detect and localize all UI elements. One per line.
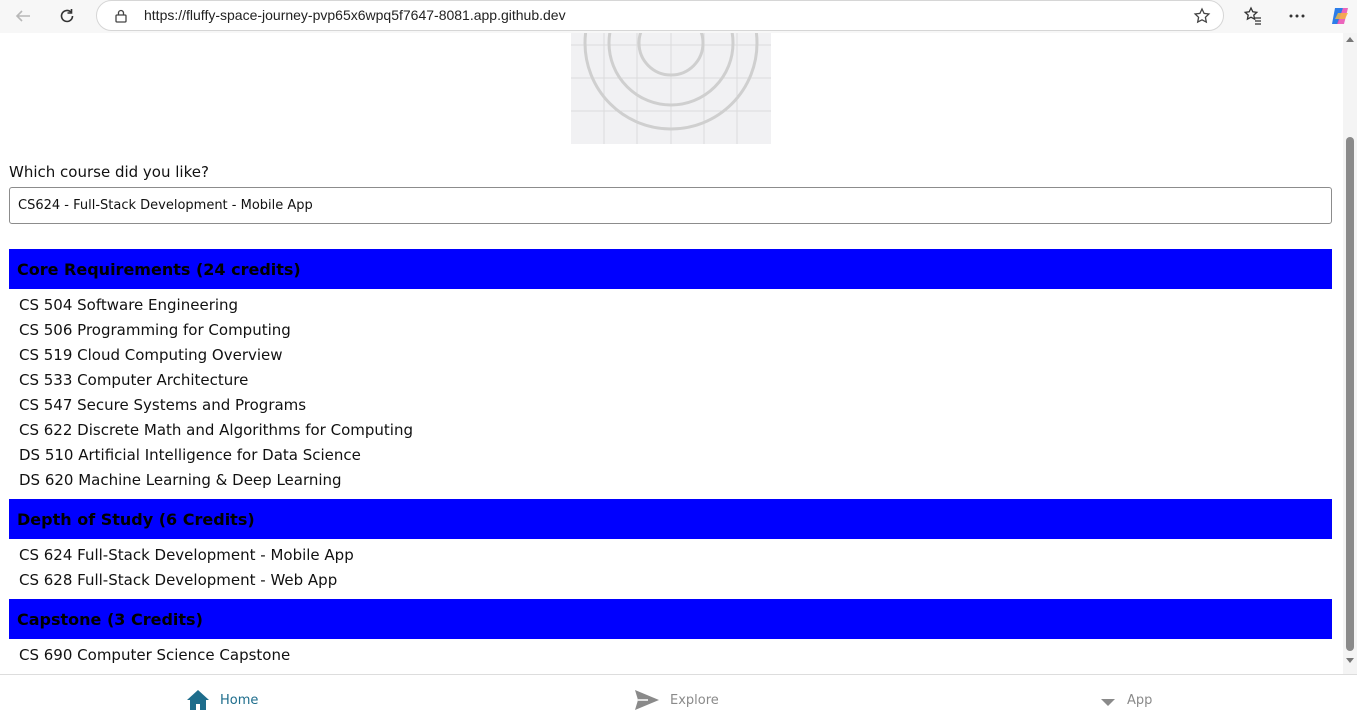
course-item[interactable]: CS 519 Cloud Computing Overview: [19, 346, 283, 364]
home-icon: [187, 690, 209, 710]
send-icon: [635, 690, 659, 710]
course-item[interactable]: CS 624 Full-Stack Development - Mobile A…: [19, 546, 354, 564]
section-header-capstone: Capstone (3 Credits): [9, 599, 1332, 639]
section-header-depth: Depth of Study (6 Credits): [9, 499, 1332, 539]
tab-label: App: [1127, 692, 1153, 708]
reload-button[interactable]: [52, 1, 82, 31]
course-item[interactable]: CS 622 Discrete Math and Algorithms for …: [19, 421, 413, 439]
bottom-tab-bar: Home Explore App: [0, 674, 1357, 725]
course-item[interactable]: CS 533 Computer Architecture: [19, 371, 248, 389]
tab-label: Home: [220, 692, 259, 708]
course-item[interactable]: DS 620 Machine Learning & Deep Learning: [19, 471, 342, 489]
favorites-list-icon: [1243, 6, 1261, 25]
tab-label: Explore: [670, 692, 719, 708]
copilot-button[interactable]: [1325, 1, 1355, 31]
scroll-thumb[interactable]: [1346, 137, 1354, 651]
tab-home[interactable]: Home: [186, 675, 258, 725]
address-bar[interactable]: https://fluffy-space-journey-pvp65x6wpq5…: [96, 0, 1224, 31]
lock-icon[interactable]: [113, 8, 129, 28]
course-item[interactable]: CS 628 Full-Stack Development - Web App: [19, 571, 337, 589]
ellipsis-icon: [1289, 14, 1305, 18]
favorites-button[interactable]: [1238, 1, 1268, 31]
section-title: Capstone (3 Credits): [17, 609, 203, 629]
star-icon: [1193, 7, 1211, 24]
back-button[interactable]: [8, 1, 38, 31]
caret-down-icon: [1101, 699, 1115, 706]
scroll-up-arrow[interactable]: [1346, 37, 1354, 42]
section-title: Depth of Study (6 Credits): [17, 509, 255, 529]
more-menu-button[interactable]: [1282, 1, 1312, 31]
course-item[interactable]: CS 504 Software Engineering: [19, 296, 238, 314]
course-item[interactable]: CS 506 Programming for Computing: [19, 321, 291, 339]
reload-icon: [60, 9, 74, 23]
browser-toolbar: https://fluffy-space-journey-pvp65x6wpq5…: [0, 0, 1357, 33]
header-image: [571, 33, 771, 144]
scrollbar[interactable]: [1343, 33, 1357, 674]
section-header-core: Core Requirements (24 credits): [9, 249, 1332, 289]
section-title: Core Requirements (24 credits): [17, 259, 301, 279]
course-item[interactable]: DS 510 Artificial Intelligence for Data …: [19, 446, 361, 464]
course-input[interactable]: [9, 187, 1332, 224]
question-label: Which course did you like?: [9, 163, 209, 181]
course-item[interactable]: CS 547 Secure Systems and Programs: [19, 396, 306, 414]
page-viewport: Which course did you like? Core Requirem…: [0, 33, 1343, 674]
url-text[interactable]: https://fluffy-space-journey-pvp65x6wpq5…: [144, 7, 566, 23]
tab-explore[interactable]: Explore: [634, 675, 719, 725]
favorite-star-button[interactable]: [1187, 1, 1217, 31]
course-item[interactable]: CS 690 Computer Science Capstone: [19, 646, 290, 664]
scroll-down-arrow[interactable]: [1346, 658, 1354, 663]
tab-app[interactable]: App: [1099, 675, 1152, 725]
copilot-icon: [1332, 8, 1348, 24]
arrow-left-icon: [15, 10, 30, 22]
